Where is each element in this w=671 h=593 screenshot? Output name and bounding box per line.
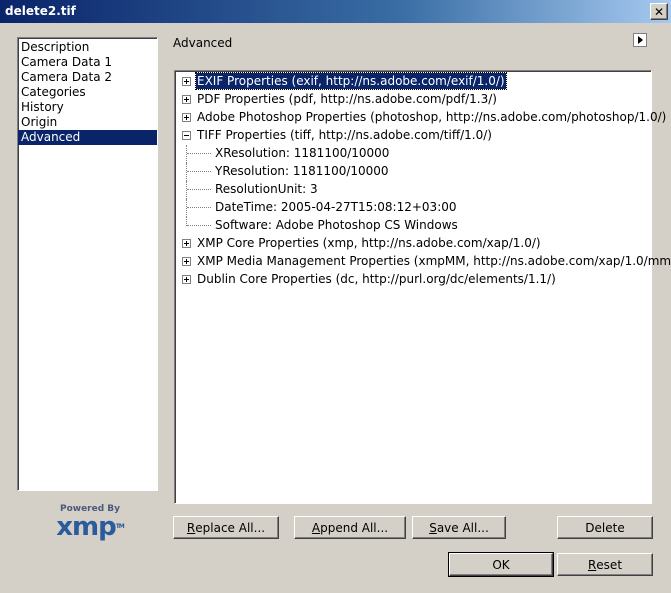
- right-arrow-menu-icon: [633, 33, 647, 47]
- expand-icon[interactable]: [182, 113, 191, 122]
- expand-icon[interactable]: [182, 275, 191, 284]
- tree-connector: [186, 181, 187, 199]
- nav-item-history[interactable]: History: [18, 100, 157, 115]
- tree-node-xmp-core[interactable]: XMP Core Properties (xmp, http://ns.adob…: [175, 235, 651, 253]
- reset-button[interactable]: Reset: [557, 553, 653, 576]
- nav-item-description[interactable]: Description: [18, 40, 157, 55]
- expand-icon[interactable]: [182, 239, 191, 248]
- append-all-button[interactable]: Append All...: [294, 516, 406, 539]
- tree-node-xmp-mm[interactable]: XMP Media Management Properties (xmpMM, …: [175, 253, 671, 271]
- logo-brand: xmp: [56, 512, 116, 542]
- nav-item-advanced[interactable]: Advanced: [18, 130, 157, 145]
- tree-leaf-label[interactable]: ResolutionUnit: 3: [215, 181, 318, 197]
- tree-node-photoshop[interactable]: Adobe Photoshop Properties (photoshop, h…: [175, 109, 666, 127]
- nav-item-categories[interactable]: Categories: [18, 85, 157, 100]
- tree-node-exif[interactable]: EXIF Properties (exif, http://ns.adobe.c…: [175, 72, 651, 91]
- nav-item-camera-data-2[interactable]: Camera Data 2: [18, 70, 157, 85]
- save-all-button[interactable]: Save All...: [412, 516, 506, 539]
- properties-tree[interactable]: EXIF Properties (exif, http://ns.adobe.c…: [174, 70, 671, 504]
- tree-connector: [187, 207, 211, 208]
- tree-node-pdf[interactable]: PDF Properties (pdf, http://ns.adobe.com…: [175, 91, 651, 109]
- tree-leaf-label[interactable]: DateTime: 2005-04-27T15:08:12+03:00: [215, 199, 457, 215]
- collapse-icon[interactable]: [182, 131, 191, 140]
- tree-node-label[interactable]: Dublin Core Properties (dc, http://purl.…: [196, 271, 557, 287]
- expand-icon[interactable]: [182, 95, 191, 104]
- tree-connector: [187, 153, 211, 154]
- tree-leaf-label[interactable]: YResolution: 1181100/10000: [215, 163, 389, 179]
- tree-node-label[interactable]: Adobe Photoshop Properties (photoshop, h…: [196, 109, 667, 125]
- tree-leaf-resolutionunit[interactable]: ResolutionUnit: 3: [175, 181, 651, 199]
- tree-connector: [187, 225, 211, 226]
- tree-node-label[interactable]: TIFF Properties (tiff, http://ns.adobe.c…: [196, 127, 493, 143]
- tree-leaf-label[interactable]: Software: Adobe Photoshop CS Windows: [215, 217, 458, 233]
- expand-icon[interactable]: [182, 77, 191, 86]
- delete-button[interactable]: Delete: [557, 516, 653, 539]
- tree-leaf-xresolution[interactable]: XResolution: 1181100/10000: [175, 145, 651, 163]
- xmp-logo: Powered By xmpTM: [50, 504, 130, 540]
- expand-icon[interactable]: [182, 257, 191, 266]
- tree-connector: [187, 171, 211, 172]
- close-button[interactable]: ✕: [650, 3, 668, 20]
- tree-node-label[interactable]: XMP Media Management Properties (xmpMM, …: [196, 253, 671, 269]
- tree-node-label[interactable]: EXIF Properties (exif, http://ns.adobe.c…: [195, 72, 507, 90]
- tree-leaf-yresolution[interactable]: YResolution: 1181100/10000: [175, 163, 651, 181]
- ok-button[interactable]: OK: [449, 553, 553, 576]
- tree-node-label[interactable]: PDF Properties (pdf, http://ns.adobe.com…: [196, 91, 498, 107]
- tree-leaf-software[interactable]: Software: Adobe Photoshop CS Windows: [175, 217, 651, 235]
- tree-node-dublin-core[interactable]: Dublin Core Properties (dc, http://purl.…: [175, 271, 651, 289]
- tree-connector: [186, 163, 187, 181]
- tree-leaf-label[interactable]: XResolution: 1181100/10000: [215, 145, 389, 161]
- tree-leaf-datetime[interactable]: DateTime: 2005-04-27T15:08:12+03:00: [175, 199, 651, 217]
- nav-item-origin[interactable]: Origin: [18, 115, 157, 130]
- category-list[interactable]: Description Camera Data 1 Camera Data 2 …: [17, 37, 158, 491]
- title-bar: delete2.tif ✕: [0, 0, 671, 24]
- tree-connector: [187, 189, 211, 190]
- tree-node-tiff[interactable]: TIFF Properties (tiff, http://ns.adobe.c…: [175, 127, 651, 145]
- panel-menu-button[interactable]: [632, 32, 648, 48]
- tree-connector: [186, 145, 187, 163]
- logo-trademark: TM: [115, 523, 125, 530]
- nav-item-camera-data-1[interactable]: Camera Data 1: [18, 55, 157, 70]
- replace-all-button[interactable]: Replace All...: [173, 516, 279, 539]
- tree-connector: [186, 199, 187, 217]
- close-icon: ✕: [653, 4, 665, 19]
- section-title: Advanced: [173, 36, 233, 50]
- window-title: delete2.tif: [5, 4, 76, 18]
- tree-node-label[interactable]: XMP Core Properties (xmp, http://ns.adob…: [196, 235, 542, 251]
